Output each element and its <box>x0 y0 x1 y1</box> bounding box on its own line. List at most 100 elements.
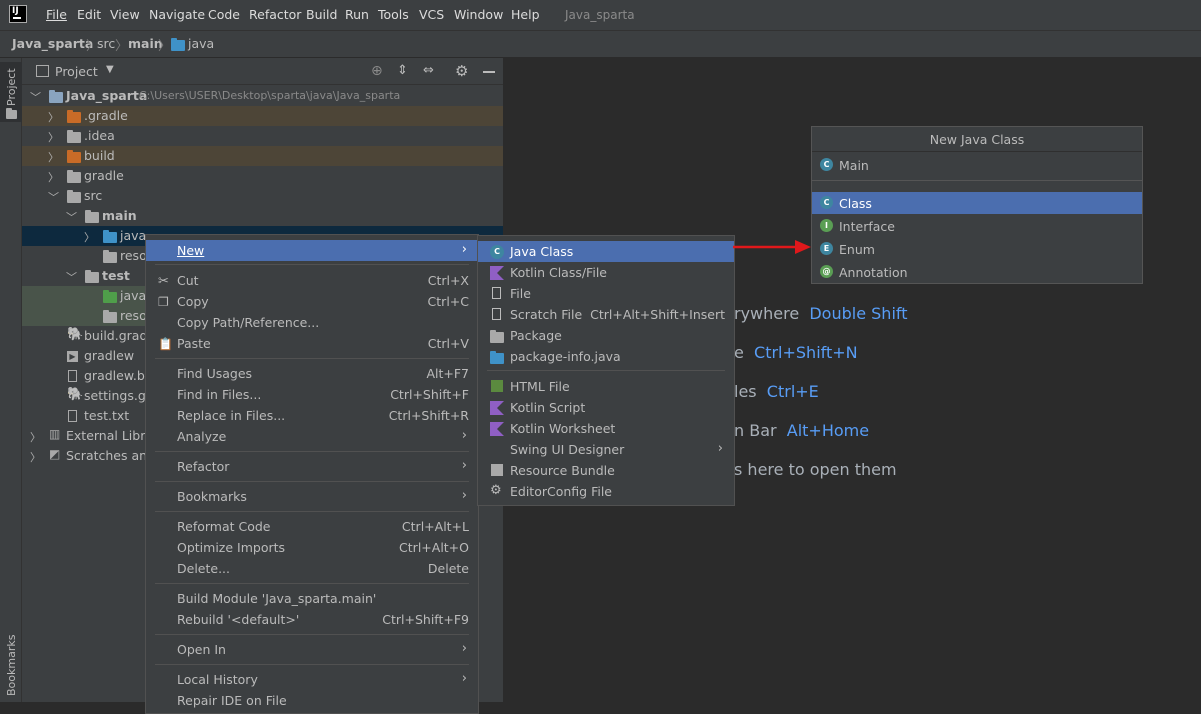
menu-item-rebuild[interactable]: Rebuild '<default>' Ctrl+Shift+F9 <box>146 609 478 630</box>
locate-icon[interactable]: ⊕ <box>371 63 383 79</box>
tree-row[interactable]: 〉 .idea <box>22 126 503 146</box>
class-icon: C <box>820 196 833 209</box>
menu-run[interactable]: Run <box>345 7 369 22</box>
menu-item-new[interactable]: New › <box>146 240 478 261</box>
menu-refactor[interactable]: Refactor <box>249 7 301 22</box>
menu-item-kotlin-worksheet[interactable]: Kotlin Worksheet <box>478 418 734 439</box>
kotlin-icon <box>490 422 504 436</box>
editor-hint: n Bar Alt+Home <box>734 421 870 440</box>
interface-icon: I <box>820 219 833 232</box>
menu-item-copy-path[interactable]: Copy Path/Reference... <box>146 312 478 333</box>
folder-icon <box>67 150 81 166</box>
editor-hint: les Ctrl+E <box>734 382 819 401</box>
chevron-right-icon: › <box>461 458 467 473</box>
menu-navigate[interactable]: Navigate <box>149 7 205 22</box>
hide-icon[interactable] <box>483 71 495 73</box>
menu-item-refactor[interactable]: Refactor › <box>146 456 478 477</box>
menu-build[interactable]: Build <box>306 7 337 22</box>
menu-item-java-class[interactable]: C Java Class <box>478 241 734 262</box>
menu-vcs[interactable]: VCS <box>419 7 444 22</box>
menu-edit[interactable]: Edit <box>77 7 101 22</box>
tool-window-stripe <box>0 58 22 702</box>
folder-icon <box>67 190 81 206</box>
menu-item-resource-bundle[interactable]: Resource Bundle <box>478 460 734 481</box>
editor-hint: e Ctrl+Shift+N <box>734 343 858 362</box>
breadcrumb-item[interactable]: src <box>97 36 115 51</box>
breadcrumb-item[interactable]: Java_sparta <box>12 36 93 51</box>
menu-item-file[interactable]: File <box>478 283 734 304</box>
kind-option-annotation[interactable]: @ Annotation <box>812 261 1142 283</box>
tree-row[interactable]: 〉 build <box>22 146 503 166</box>
html-icon <box>491 380 503 392</box>
menu-tools[interactable]: Tools <box>378 7 409 22</box>
menu-item-kotlin-class[interactable]: Kotlin Class/File <box>478 262 734 283</box>
collapse-all-icon[interactable]: ⇔ <box>423 63 434 78</box>
menu-item-scratch-file[interactable]: Scratch File Ctrl+Alt+Shift+Insert <box>478 304 734 325</box>
menu-item-replace-in-files[interactable]: Replace in Files... Ctrl+Shift+R <box>146 405 478 426</box>
tree-row[interactable]: 〉 .gradle <box>22 106 503 126</box>
menu-item-swing-ui-designer[interactable]: Swing UI Designer › <box>478 439 734 460</box>
menu-item-analyze[interactable]: Analyze › <box>146 426 478 447</box>
menu-item-reformat-code[interactable]: Reformat Code Ctrl+Alt+L <box>146 516 478 537</box>
project-view-label[interactable]: Project <box>55 64 98 79</box>
scratch-file-icon <box>492 308 501 320</box>
tree-row[interactable]: ﹀ src <box>22 186 503 206</box>
package-icon <box>490 330 504 345</box>
module-folder-icon <box>85 210 99 226</box>
panel-window-icon <box>36 65 49 77</box>
menu-code[interactable]: Code <box>208 7 240 22</box>
menu-item-delete[interactable]: Delete... Delete <box>146 558 478 579</box>
expand-all-icon[interactable]: ⇕ <box>397 63 408 78</box>
gear-icon: ⚙ <box>490 483 502 498</box>
tree-row[interactable]: ﹀ main <box>22 206 503 226</box>
bookmarks-tool-label[interactable]: Bookmarks <box>5 635 18 696</box>
folder-icon <box>6 107 17 122</box>
menu-file[interactable]: File <box>46 7 67 22</box>
menu-item-bookmarks[interactable]: Bookmarks › <box>146 486 478 507</box>
menu-item-package-info[interactable]: package-info.java <box>478 346 734 367</box>
breadcrumb-item[interactable]: java <box>188 36 214 51</box>
chevron-right-icon: 〉 <box>48 171 59 184</box>
menu-window[interactable]: Window <box>454 7 503 22</box>
module-folder-icon <box>49 90 63 106</box>
chevron-right-icon: 〉 <box>84 231 95 244</box>
menu-item-build-module[interactable]: Build Module 'Java_sparta.main' <box>146 588 478 609</box>
test-resources-folder-icon <box>103 310 117 326</box>
menu-item-cut[interactable]: ✂ Cut Ctrl+X <box>146 270 478 291</box>
library-icon: ▥ <box>49 427 61 441</box>
kotlin-icon <box>490 266 504 280</box>
project-tool-label[interactable]: Project <box>5 66 18 106</box>
red-arrow-annotation <box>733 240 811 254</box>
package-info-icon <box>490 351 504 366</box>
gear-icon[interactable]: ⚙ <box>455 62 468 80</box>
menu-item-paste[interactable]: 📋 Paste Ctrl+V <box>146 333 478 354</box>
chevron-right-icon: 〉 <box>30 451 41 464</box>
menu-help[interactable]: Help <box>511 7 540 22</box>
menu-item-find-usages[interactable]: Find Usages Alt+F7 <box>146 363 478 384</box>
menu-item-editorconfig[interactable]: ⚙ EditorConfig File <box>478 481 734 502</box>
menu-item-copy[interactable]: ❐ Copy Ctrl+C <box>146 291 478 312</box>
menu-item-package[interactable]: Package <box>478 325 734 346</box>
menu-item-optimize-imports[interactable]: Optimize Imports Ctrl+Alt+O <box>146 537 478 558</box>
menu-item-find-in-files[interactable]: Find in Files... Ctrl+Shift+F <box>146 384 478 405</box>
folder-icon <box>67 170 81 186</box>
kind-option-interface[interactable]: I Interface <box>812 215 1142 237</box>
chevron-down-icon[interactable]: ▼ <box>106 64 114 75</box>
tree-row[interactable]: 〉 gradle <box>22 166 503 186</box>
menu-item-repair-ide[interactable]: Repair IDE on File <box>146 690 478 711</box>
kind-option-class[interactable]: C Class <box>812 192 1142 214</box>
file-icon <box>492 287 501 299</box>
menu-item-local-history[interactable]: Local History › <box>146 669 478 690</box>
menu-item-kotlin-script[interactable]: Kotlin Script <box>478 397 734 418</box>
kotlin-icon <box>490 401 504 415</box>
tree-row[interactable]: ﹀ Java_sparta C:\Users\USER\Desktop\spar… <box>22 86 503 106</box>
class-name-input[interactable]: C Main <box>812 152 1142 181</box>
file-icon <box>68 370 77 382</box>
chevron-right-icon: 〉 <box>48 111 59 124</box>
chevron-right-icon: 〉 <box>48 151 59 164</box>
class-name-value: Main <box>839 158 869 173</box>
kind-option-enum[interactable]: E Enum <box>812 238 1142 260</box>
menu-item-html-file[interactable]: HTML File <box>478 376 734 397</box>
menu-view[interactable]: View <box>110 7 140 22</box>
menu-item-open-in[interactable]: Open In › <box>146 639 478 660</box>
